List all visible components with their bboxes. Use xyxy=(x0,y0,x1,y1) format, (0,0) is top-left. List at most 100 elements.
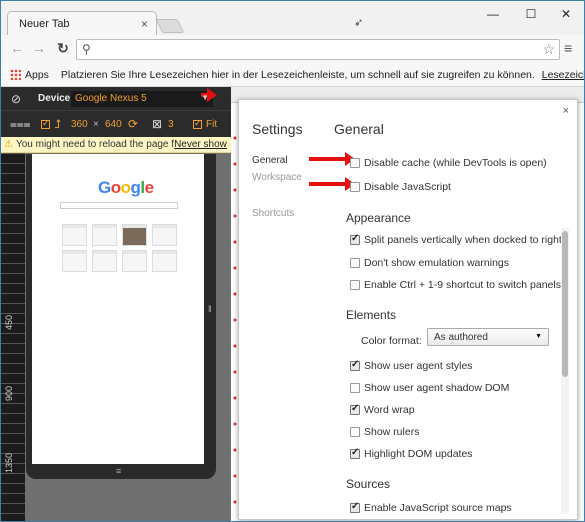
checkbox[interactable] xyxy=(350,233,360,245)
scrollbar-thumb[interactable] xyxy=(562,231,568,377)
option-disable-javascript[interactable]: Disable JavaScript xyxy=(350,181,451,193)
scale-icon: ⊠ xyxy=(152,117,163,131)
option-user-agent-styles[interactable]: Show user agent styles xyxy=(350,359,473,372)
browser-toolbar: ← → ↻ ⚲ ☆ ≡ xyxy=(1,35,584,63)
nav-item-shortcuts[interactable]: Shortcuts xyxy=(252,208,294,219)
option-shadow-dom[interactable]: Show user agent shadow DOM xyxy=(350,382,509,394)
back-button[interactable]: ← xyxy=(9,40,25,56)
thumbnail-tile[interactable] xyxy=(62,250,87,272)
device-emulation-toolbar: ⊘ Device Google Nexus 5 ▼ ⩶ ⮥ 360 × 640 … xyxy=(1,87,231,137)
dimensions-icon: ⮥ xyxy=(54,117,62,131)
option-highlight-dom[interactable]: Highlight DOM updates xyxy=(350,447,473,460)
checkbox[interactable] xyxy=(350,158,360,168)
color-format-value: As authored xyxy=(434,332,488,343)
appearance-heading: Appearance xyxy=(346,211,411,225)
apps-link[interactable]: Apps xyxy=(25,69,49,81)
thumbnail-tile[interactable] xyxy=(92,250,117,272)
checkbox[interactable] xyxy=(350,359,360,371)
reload-button[interactable]: ↻ xyxy=(55,40,71,56)
google-search-box[interactable] xyxy=(60,202,178,209)
ruler-label: 450 xyxy=(4,314,14,330)
tab-title: Neuer Tab xyxy=(19,18,70,30)
fit-label: Fit xyxy=(206,119,218,130)
checkbox[interactable] xyxy=(350,280,360,290)
checkbox[interactable] xyxy=(350,403,360,415)
disable-emulation-icon[interactable]: ⊘ xyxy=(11,92,21,106)
browser-window: Neuer Tab × ➶ — ☐ ✕ ← → ↻ ⚲ ☆ ≡ Apps Pla… xyxy=(0,0,585,522)
thumbnail-tile[interactable] xyxy=(122,224,147,246)
thumbnail-tile[interactable] xyxy=(122,250,147,272)
settings-dialog: × Settings General General Workspace Sho… xyxy=(238,99,578,520)
nav-item-workspace[interactable]: Workspace xyxy=(252,172,302,183)
bookmarks-message: Platzieren Sie Ihre Lesezeichen hier in … xyxy=(60,69,535,81)
option-show-rulers[interactable]: Show rulers xyxy=(350,426,419,438)
sources-heading: Sources xyxy=(346,477,391,491)
emulated-screen[interactable]: Google xyxy=(32,154,204,464)
error-markers xyxy=(233,125,237,505)
nav-item-general[interactable]: General xyxy=(252,155,288,166)
height-input[interactable]: 640 xyxy=(105,119,122,130)
mouse-cursor-icon: ➶ xyxy=(354,17,364,29)
browser-tab[interactable]: Neuer Tab × xyxy=(7,11,157,36)
resize-handle-bottom[interactable]: ≡ xyxy=(116,466,121,476)
media-query-icon[interactable]: ⩶ xyxy=(10,117,31,132)
ruler-label: 1350 xyxy=(4,452,14,473)
elements-heading: Elements xyxy=(346,308,397,322)
chevron-down-icon: ▼ xyxy=(201,88,217,102)
bookmark-star-icon[interactable]: ☆ xyxy=(542,41,555,58)
device-select[interactable]: Google Nexus 5 ▼ xyxy=(71,88,217,107)
forward-button[interactable]: → xyxy=(31,40,47,56)
reload-warning-bar: ⚠ You might need to reload the page fNeve… xyxy=(1,137,231,153)
import-bookmarks-link[interactable]: Lesezeichen jetzt importi... xyxy=(542,69,584,81)
close-window-button[interactable]: ✕ xyxy=(551,7,581,25)
chevron-down-icon: ▼ xyxy=(535,333,542,340)
scale-input[interactable]: 3 xyxy=(168,119,174,130)
title-bar: Neuer Tab × ➶ — ☐ ✕ xyxy=(1,1,584,36)
device-label: Device xyxy=(38,93,71,104)
red-arrow-annotation xyxy=(309,177,355,191)
bookmarks-bar: Apps Platzieren Sie Ihre Lesezeichen hie… xyxy=(1,63,584,87)
settings-title: Settings xyxy=(252,121,303,137)
warning-text: You might need to reload the page f xyxy=(15,139,175,150)
tab-close-icon[interactable]: × xyxy=(141,17,148,31)
search-icon: ⚲ xyxy=(82,42,91,56)
google-logo: Google xyxy=(98,178,154,197)
width-input[interactable]: 360 xyxy=(71,119,88,130)
option-ctrl-shortcut[interactable]: Enable Ctrl + 1-9 shortcut to switch pan… xyxy=(350,279,561,291)
address-bar[interactable]: ⚲ ☆ xyxy=(76,39,560,60)
close-icon[interactable]: × xyxy=(563,105,569,117)
new-tab-button[interactable] xyxy=(155,19,185,33)
checkbox[interactable] xyxy=(350,427,360,437)
never-show-link[interactable]: Never show xyxy=(174,139,227,150)
page-content: ⊘ Device Google Nexus 5 ▼ ⩶ ⮥ 360 × 640 … xyxy=(1,87,584,521)
minimize-button[interactable]: — xyxy=(478,7,508,25)
maximize-button[interactable]: ☐ xyxy=(516,7,546,25)
fit-checkbox[interactable] xyxy=(193,118,202,129)
checkbox[interactable] xyxy=(350,258,360,268)
device-select-value: Google Nexus 5 xyxy=(75,93,147,104)
swap-dimensions-icon[interactable]: ⟳ xyxy=(128,117,138,131)
apps-grid-icon[interactable] xyxy=(10,69,21,80)
section-title: General xyxy=(334,121,384,137)
option-emulation-warnings[interactable]: Don't show emulation warnings xyxy=(350,257,509,269)
resolution-checkbox[interactable] xyxy=(41,118,50,129)
color-format-select[interactable]: As authored ▼ xyxy=(427,328,549,346)
option-split-panels[interactable]: Split panels vertically when docked to r… xyxy=(350,233,562,246)
thumbnail-tile[interactable] xyxy=(92,224,117,246)
thumbnail-tile[interactable] xyxy=(152,250,177,272)
times-label: × xyxy=(93,119,99,130)
option-word-wrap[interactable]: Word wrap xyxy=(350,403,415,416)
vertical-ruler: 450 900 1350 1800 xyxy=(1,153,25,521)
thumbnail-tile[interactable] xyxy=(62,224,87,246)
checkbox[interactable] xyxy=(350,383,360,393)
checkbox[interactable] xyxy=(350,182,360,192)
option-source-maps[interactable]: Enable JavaScript source maps xyxy=(350,501,512,514)
thumbnail-tile[interactable] xyxy=(152,224,177,246)
chrome-menu-icon[interactable]: ≡ xyxy=(564,40,578,56)
checkbox[interactable] xyxy=(350,501,360,513)
ruler-label: 900 xyxy=(4,385,14,401)
warning-icon: ⚠ xyxy=(4,139,13,150)
resize-handle-right[interactable]: ‖ xyxy=(208,304,214,314)
checkbox[interactable] xyxy=(350,447,360,459)
option-disable-cache[interactable]: Disable cache (while DevTools is open) xyxy=(350,157,547,169)
